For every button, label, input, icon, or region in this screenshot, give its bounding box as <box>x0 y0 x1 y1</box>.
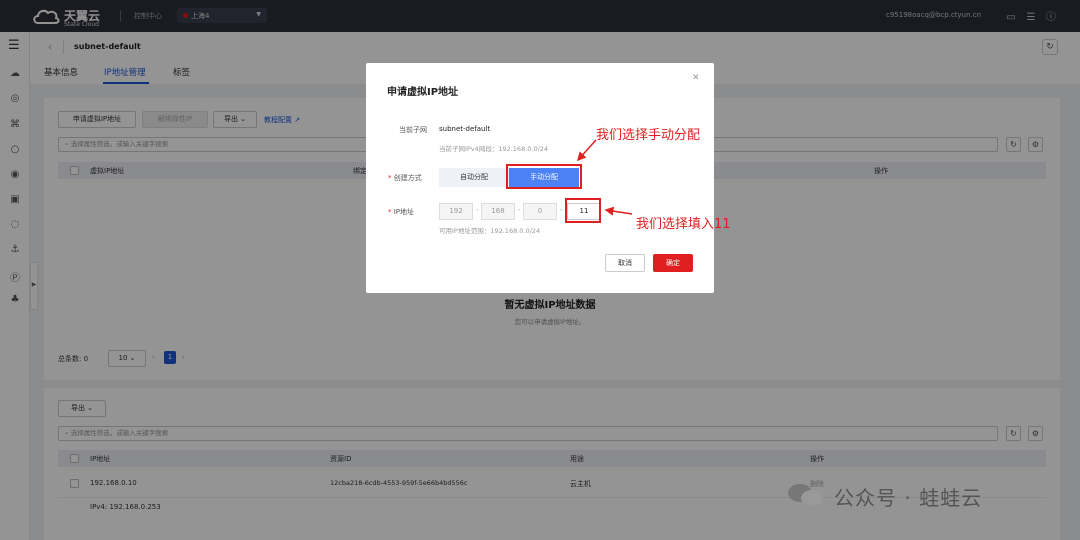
method-label-text: 创建方式 <box>393 174 422 182</box>
ip-octet-3: 0 <box>523 203 557 220</box>
wechat-icon <box>788 484 823 506</box>
subnet-hint: 当前子网IPv4网段：192.168.0.0/24 <box>439 145 549 153</box>
subnet-value: subnet-default <box>439 125 491 133</box>
sidebar-overlay <box>0 32 30 540</box>
highlight-box-manual <box>506 164 582 189</box>
cancel-button[interactable]: 取消 <box>605 254 645 272</box>
ip-label-text: IP地址 <box>393 208 415 216</box>
highlight-box-ip <box>565 198 601 223</box>
ip-separator: - <box>476 206 479 214</box>
subnet-label: 当前子网 <box>399 126 427 134</box>
topbar-overlay <box>0 0 1080 32</box>
ip-label: * IP地址 <box>388 208 415 216</box>
ip-octet-2: 168 <box>481 203 515 220</box>
ip-range-hint: 可用IP地址范围：192.168.0.0/24 <box>439 227 541 235</box>
confirm-button[interactable]: 确定 <box>653 254 693 272</box>
method-label: * 创建方式 <box>388 174 422 182</box>
annotation-manual: 我们选择手动分配 <box>596 128 701 143</box>
dialog-title: 申请虚拟IP地址 <box>387 87 459 98</box>
watermark: 公众号 · 蛙蛙云 <box>786 478 1056 518</box>
close-icon[interactable]: ✕ <box>692 73 700 83</box>
ip-separator: - <box>518 206 521 214</box>
method-auto-button[interactable]: 自动分配 <box>439 168 509 187</box>
ip-octet-1: 192 <box>439 203 473 220</box>
ip-separator: - <box>560 206 563 214</box>
annotation-ip: 我们选择填入11 <box>636 217 731 232</box>
watermark-text: 公众号 · 蛙蛙云 <box>834 486 983 510</box>
